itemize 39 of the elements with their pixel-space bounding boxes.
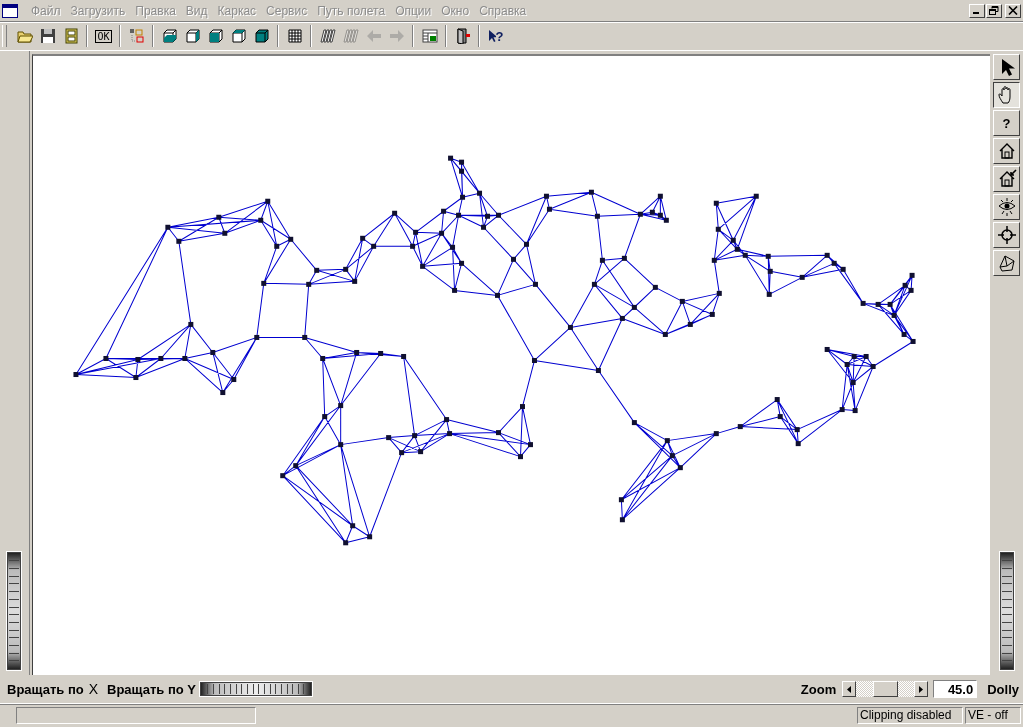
tool-button[interactable] [993, 82, 1020, 108]
table-icon [421, 28, 438, 44]
slider-thumb[interactable] [873, 681, 899, 697]
rotate-y-label: Вращать по Y [107, 681, 196, 697]
zoom-slider[interactable] [856, 681, 915, 697]
close-icon [1008, 6, 1018, 15]
close-button[interactable] [1005, 3, 1021, 18]
eye-icon [996, 197, 1017, 217]
exit-icon [454, 28, 471, 44]
status-text: Clipping disabled [857, 707, 963, 724]
restore-icon [989, 6, 999, 15]
box-icon [996, 253, 1017, 273]
minimize-button[interactable] [969, 3, 985, 18]
app-icon[interactable] [2, 3, 18, 18]
zoom-value-field[interactable]: 45.0 [933, 680, 978, 698]
stack-icon [342, 28, 359, 44]
thumbwheel[interactable] [999, 552, 1014, 670]
status-text: VE - off [965, 707, 1021, 724]
ok-button[interactable]: OK [92, 25, 115, 47]
restore-button[interactable] [986, 3, 1002, 18]
grid-icon [286, 28, 303, 44]
cabinet-icon [62, 28, 79, 44]
rotate-x-label: Вращать по [7, 681, 84, 697]
right-triangle-icon [919, 685, 924, 693]
zoom-label: Zoom [800, 681, 837, 697]
save-icon [39, 28, 56, 44]
left-triangle-icon [847, 685, 852, 693]
crosshair-icon [996, 225, 1017, 245]
scroll-right-button[interactable] [914, 681, 929, 697]
arrow-pointer-icon [487, 29, 496, 43]
axis-label: X [88, 681, 99, 697]
dolly-label: Dolly [987, 681, 1019, 697]
scroll-left-button[interactable] [842, 681, 857, 697]
thumbwheel[interactable] [200, 682, 312, 696]
open-icon [16, 28, 33, 44]
tool-button[interactable]: ? [993, 110, 1020, 136]
help-button[interactable]: ? [484, 25, 507, 47]
stack-icon [319, 28, 336, 44]
thumbwheel[interactable] [7, 552, 21, 670]
